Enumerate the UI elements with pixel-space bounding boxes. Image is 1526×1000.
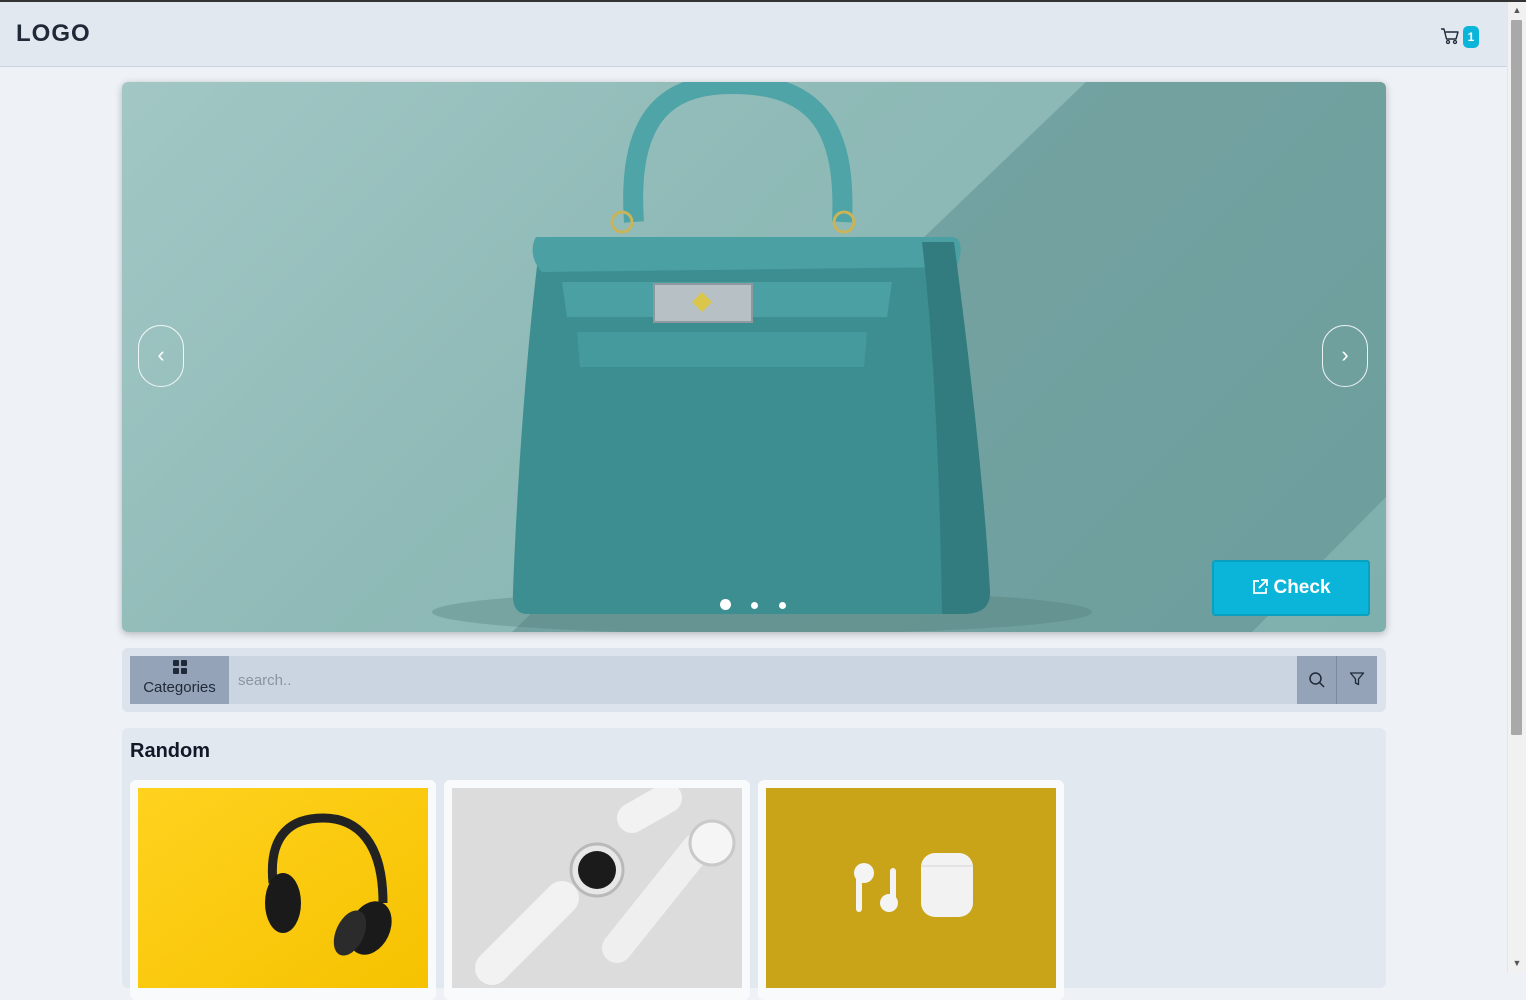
- filter-button[interactable]: [1337, 656, 1377, 704]
- search-bar: Categories: [122, 648, 1386, 712]
- product-image-smartwatch: [452, 788, 742, 988]
- check-button-label: Check: [1273, 577, 1331, 598]
- external-link-icon: [1253, 579, 1269, 594]
- product-image-earbuds: [766, 788, 1056, 988]
- cart-button[interactable]: 1: [1440, 24, 1480, 50]
- carousel-indicator-2[interactable]: [751, 602, 758, 609]
- navbar: LOGO 1: [0, 2, 1507, 67]
- carousel-indicator-1[interactable]: [720, 599, 731, 610]
- hero-carousel: ‹ › Check: [122, 82, 1386, 632]
- chevron-left-icon: ‹: [157, 342, 165, 367]
- carousel-next-button[interactable]: ›: [1322, 325, 1368, 387]
- categories-label: Categories: [143, 679, 216, 696]
- product-image-headphones: [138, 788, 428, 988]
- product-card-1[interactable]: [130, 780, 436, 1000]
- grid-icon: [172, 660, 187, 674]
- random-products-section: Random: [122, 728, 1386, 1000]
- scroll-up-arrow-icon[interactable]: ▲: [1511, 5, 1523, 17]
- product-card-2[interactable]: [444, 780, 750, 1000]
- section-title: Random: [130, 740, 210, 762]
- carousel-slide-image: [432, 82, 1386, 632]
- logo[interactable]: LOGO: [16, 20, 91, 48]
- carousel-prev-button[interactable]: ‹: [138, 325, 184, 387]
- search-input[interactable]: [229, 656, 1297, 704]
- categories-button[interactable]: Categories: [130, 656, 229, 704]
- check-product-button[interactable]: Check: [1212, 560, 1370, 616]
- cart-count-badge: 1: [1463, 26, 1479, 48]
- chevron-right-icon: ›: [1341, 342, 1349, 367]
- product-card-3[interactable]: [758, 780, 1064, 1000]
- scroll-down-arrow-icon[interactable]: ▼: [1511, 958, 1523, 970]
- carousel-indicator-3[interactable]: [779, 602, 786, 609]
- scroll-thumb[interactable]: [1511, 20, 1522, 735]
- filter-icon: [1349, 672, 1365, 686]
- search-button[interactable]: [1297, 656, 1337, 704]
- vertical-scrollbar[interactable]: ▲ ▼: [1507, 2, 1526, 973]
- cart-icon: [1441, 28, 1459, 45]
- search-icon: [1308, 672, 1325, 688]
